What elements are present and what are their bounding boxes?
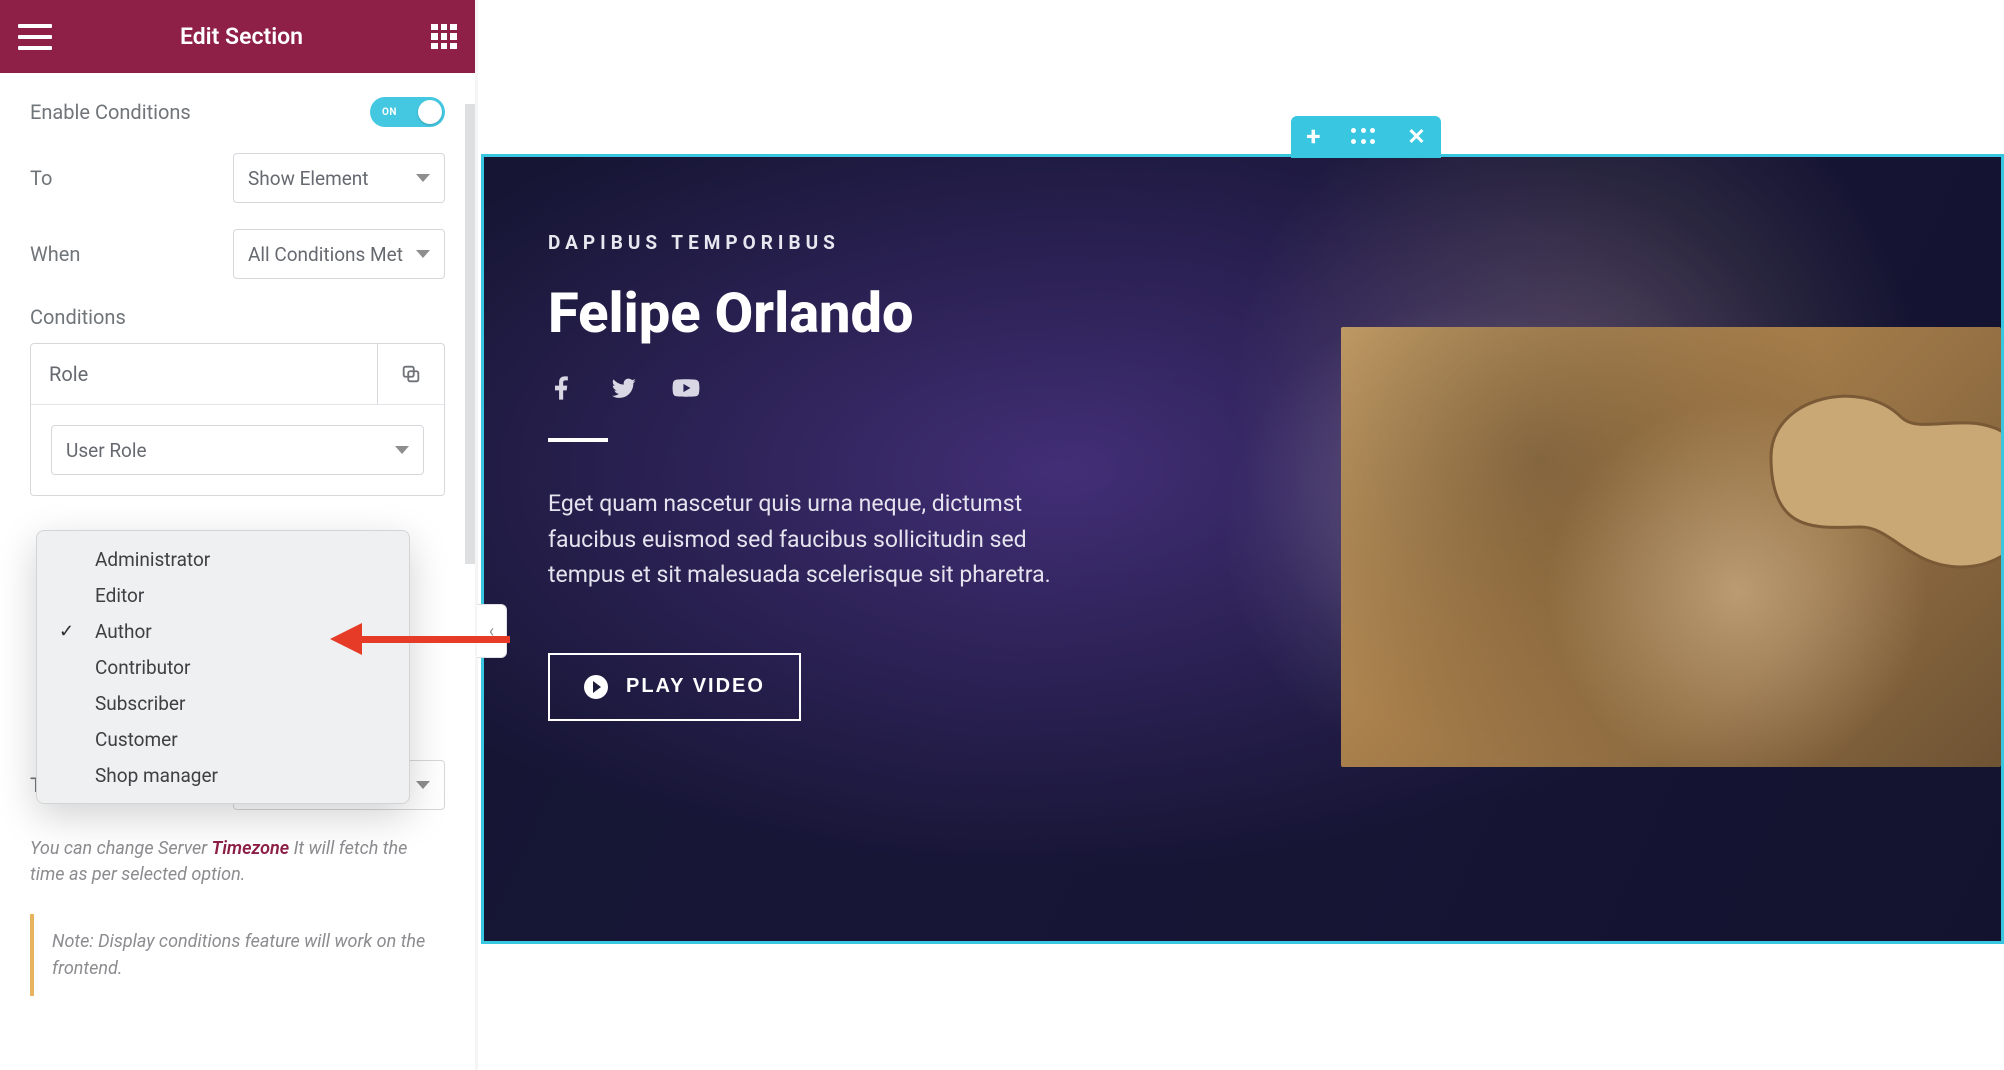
timezone-link[interactable]: Timezone xyxy=(212,838,290,859)
dropdown-option-label: Subscriber xyxy=(95,692,185,715)
menu-icon[interactable] xyxy=(18,24,52,50)
user-role-select[interactable]: User Role xyxy=(51,425,424,475)
copy-icon xyxy=(400,363,422,385)
play-button-label: PLAY VIDEO xyxy=(626,675,765,698)
dropdown-option[interactable]: Subscriber xyxy=(37,685,409,721)
enable-conditions-toggle[interactable]: ON xyxy=(370,97,445,127)
delete-section-button[interactable]: ✕ xyxy=(1407,125,1425,150)
hero-divider xyxy=(548,438,608,442)
to-select[interactable]: Show Element xyxy=(233,153,445,203)
hero-eyebrow: DAPIBUS TEMPORIBUS xyxy=(548,231,1148,254)
play-icon xyxy=(584,675,608,699)
condition-card: Role User Role xyxy=(30,343,445,496)
condition-card-body: User Role xyxy=(31,404,444,495)
editor-panel: Edit Section Enable Conditions ON To Sho… xyxy=(0,0,475,1070)
to-label: To xyxy=(30,166,52,190)
user-role-select-value: User Role xyxy=(66,439,147,462)
chevron-down-icon xyxy=(416,174,430,182)
toggle-knob xyxy=(418,100,442,124)
condition-title[interactable]: Role xyxy=(31,344,378,404)
to-select-value: Show Element xyxy=(248,167,369,190)
conditions-heading: Conditions xyxy=(30,305,445,329)
dropdown-option-label: Editor xyxy=(95,584,144,607)
apps-grid-icon[interactable] xyxy=(431,24,457,50)
preview-canvas: + ✕ DAPIBUS TEMPORIBUS Felipe Orlando xyxy=(481,0,2004,1070)
dropdown-option-label: Author xyxy=(95,620,152,643)
dropdown-option-label: Contributor xyxy=(95,656,190,679)
dropdown-option[interactable]: Contributor xyxy=(37,649,409,685)
drag-section-handle[interactable] xyxy=(1351,128,1377,146)
chevron-left-icon: ‹ xyxy=(489,621,494,642)
when-label: When xyxy=(30,242,80,266)
hero-copy: Eget quam nascetur quis urna neque, dict… xyxy=(548,486,1068,593)
panel-title: Edit Section xyxy=(180,23,303,50)
timezone-help-text: You can change Server Timezone It will f… xyxy=(30,836,445,888)
when-select[interactable]: All Conditions Met xyxy=(233,229,445,279)
hero-section[interactable]: DAPIBUS TEMPORIBUS Felipe Orlando Eget q… xyxy=(481,154,2004,944)
grip-icon xyxy=(1351,128,1377,146)
when-row: When All Conditions Met xyxy=(30,229,445,279)
chevron-down-icon xyxy=(416,781,430,789)
dropdown-option[interactable]: Administrator xyxy=(37,541,409,577)
add-section-button[interactable]: + xyxy=(1306,122,1320,152)
twitter-icon[interactable] xyxy=(610,374,638,402)
hero-title: Felipe Orlando xyxy=(548,280,1148,346)
dropdown-option[interactable]: ✓ Author xyxy=(37,613,409,649)
hero-content: DAPIBUS TEMPORIBUS Felipe Orlando Eget q… xyxy=(548,231,1148,721)
hero-inset-image xyxy=(1341,327,2001,767)
guitar-silhouette xyxy=(1711,337,2001,577)
to-row: To Show Element xyxy=(30,153,445,203)
collapse-panel-button[interactable]: ‹ xyxy=(477,604,507,658)
note-box-text: Note: Display conditions feature will wo… xyxy=(52,928,427,982)
dropdown-option-label: Administrator xyxy=(95,548,210,571)
chevron-down-icon xyxy=(416,250,430,258)
dropdown-option[interactable]: Customer xyxy=(37,721,409,757)
enable-conditions-row: Enable Conditions ON xyxy=(30,97,445,127)
duplicate-condition-button[interactable] xyxy=(378,344,444,404)
check-icon: ✓ xyxy=(59,621,74,642)
dropdown-option[interactable]: Shop manager xyxy=(37,757,409,793)
chevron-down-icon xyxy=(395,446,409,454)
note-box: Note: Display conditions feature will wo… xyxy=(30,914,445,996)
dropdown-option-label: Customer xyxy=(95,728,178,751)
enable-conditions-label: Enable Conditions xyxy=(30,100,191,124)
user-role-dropdown: Administrator Editor ✓ Author Contributor Sub… xyxy=(36,530,410,804)
facebook-icon[interactable] xyxy=(548,374,576,402)
dropdown-option-label: Shop manager xyxy=(95,764,218,787)
condition-card-header: Role xyxy=(31,344,444,404)
panel-header: Edit Section xyxy=(0,0,475,73)
youtube-icon[interactable] xyxy=(672,374,700,402)
toggle-on-text: ON xyxy=(382,107,397,118)
section-toolbar: + ✕ xyxy=(1291,116,1441,158)
dropdown-option[interactable]: Editor xyxy=(37,577,409,613)
when-select-value: All Conditions Met xyxy=(248,243,403,266)
play-video-button[interactable]: PLAY VIDEO xyxy=(548,653,801,721)
timezone-help-pre: You can change Server xyxy=(30,838,212,859)
social-links xyxy=(548,374,1148,402)
